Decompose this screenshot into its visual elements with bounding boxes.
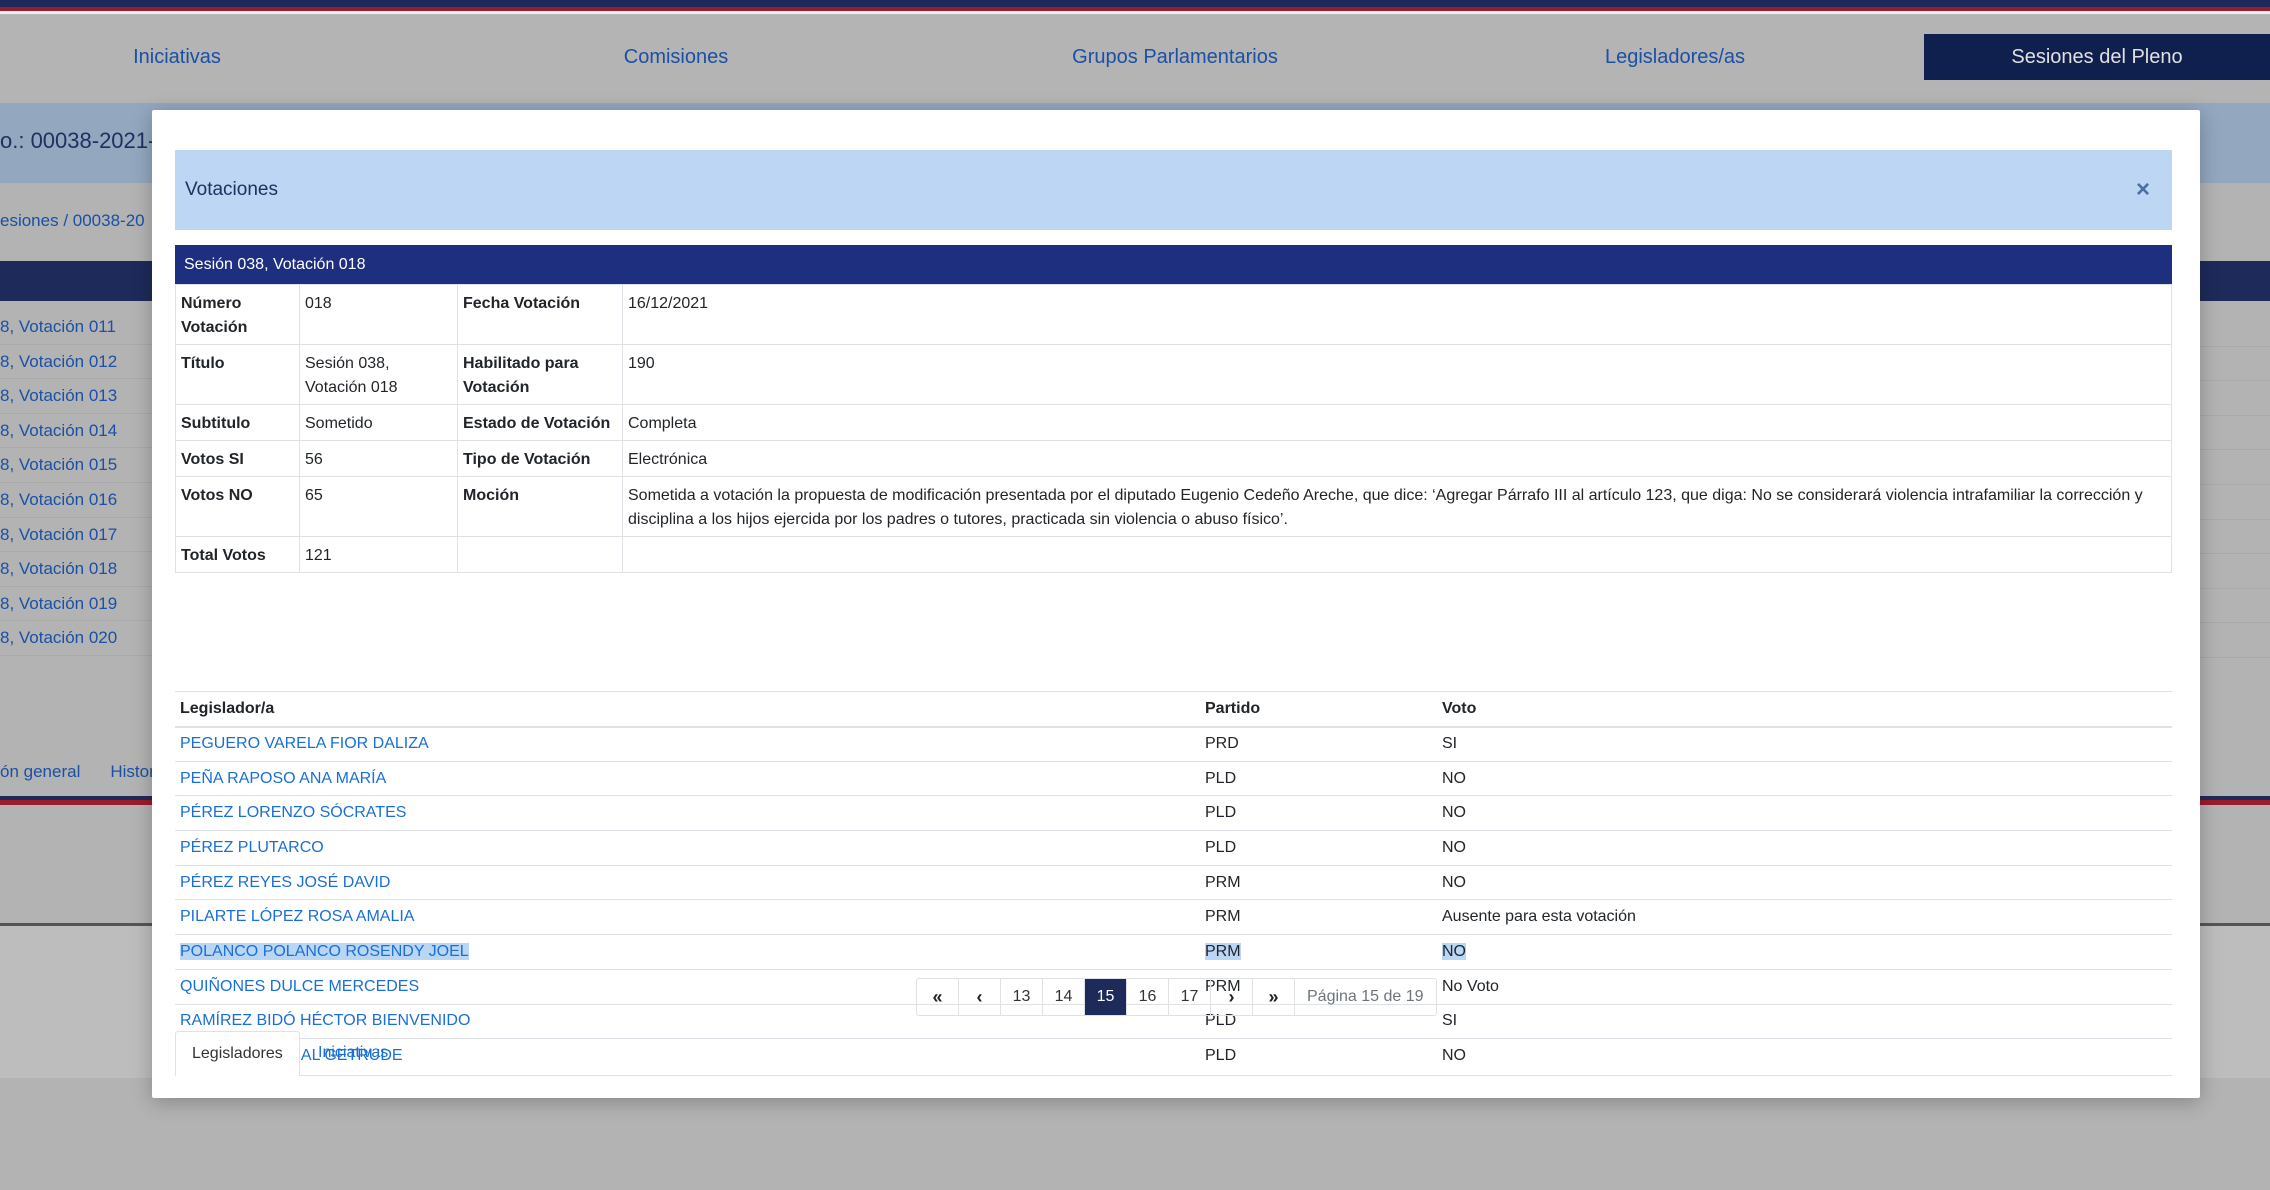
label-habilitado: Habilitado para Votación (457, 344, 623, 405)
column-header-partido[interactable]: Partido (1200, 691, 1437, 728)
value-numero-votacion: 018 (299, 284, 458, 345)
party-cell: PRM (1200, 865, 1437, 901)
value-mocion: Sometida a votación la propuesta de modi… (622, 476, 2172, 537)
nav-comisiones[interactable]: Comisiones (576, 14, 776, 100)
legisladores-votes-table: Legislador/a Partido Voto PEGUERO VARELA… (175, 691, 2172, 1073)
vote-cell: NO (1437, 865, 2172, 901)
table-row: PÉREZ PLUTARCO PLD NO (175, 830, 2172, 866)
table-row: PÉREZ LORENZO SÓCRATES PLD NO (175, 795, 2172, 832)
vote-cell: NO (1437, 761, 2172, 797)
page-button-16[interactable]: 16 (1127, 979, 1169, 1015)
vote-cell: NO (1442, 942, 1466, 960)
modal-title: Votaciones (185, 179, 278, 200)
label-votos-no: Votos NO (175, 476, 300, 537)
vote-cell: No Voto (1437, 969, 2172, 1005)
label-fecha-votacion: Fecha Votación (457, 284, 623, 345)
label-subtitulo: Subtitulo (175, 404, 300, 441)
column-header-legislador[interactable]: Legislador/a (175, 691, 1200, 728)
vote-cell: NO (1437, 795, 2172, 832)
legislator-link[interactable]: PÉREZ LORENZO SÓCRATES (180, 804, 406, 821)
label-votos-si: Votos SI (175, 440, 300, 477)
previous-page-icon[interactable]: ‹ (959, 979, 1001, 1015)
value-total-votos: 121 (299, 536, 458, 573)
nav-sesiones-del-pleno[interactable]: Sesiones del Pleno (1924, 34, 2270, 80)
column-header-voto[interactable]: Voto (1437, 691, 2172, 728)
legislator-link[interactable]: PÉREZ REYES JOSÉ DAVID (180, 874, 390, 891)
legislator-link[interactable]: PEÑA RAPOSO ANA MARÍA (180, 770, 386, 787)
value-votos-no: 65 (299, 476, 458, 537)
label-mocion: Moción (457, 476, 623, 537)
link-informacion-general[interactable]: ón general (0, 762, 80, 781)
section-title: Sesión 038, Votación 018 (175, 245, 2172, 284)
value-estado: Completa (622, 404, 2172, 441)
votaciones-modal: Votaciones × Sesión 038, Votación 018 Nú… (152, 110, 2200, 1098)
first-page-icon[interactable]: « (917, 979, 959, 1015)
value-subtitulo: Sometido (299, 404, 458, 441)
page-title: o.: 00038-2021-S (0, 128, 171, 153)
party-cell: PRM (1205, 942, 1241, 960)
party-cell: PLD (1200, 795, 1437, 832)
modal-header: Votaciones × (175, 150, 2172, 230)
breadcrumb[interactable]: esiones / 00038-20 (0, 211, 145, 231)
list-item[interactable]: 8, Votación 012 (0, 345, 153, 380)
vote-cell: SI (1437, 726, 2172, 762)
tab-legisladores[interactable]: Legisladores (175, 1031, 300, 1076)
close-icon[interactable]: × (2136, 150, 2150, 230)
list-item[interactable]: 8, Votación 019 (0, 587, 153, 622)
list-item[interactable]: 8, Votación 013 (0, 379, 153, 414)
table-row: PEGUERO VARELA FIOR DALIZA PRD SI (175, 726, 2172, 762)
legislator-link[interactable]: POLANCO POLANCO ROSENDY JOEL (180, 942, 469, 960)
legislator-link[interactable]: QUIÑONES DULCE MERCEDES (180, 978, 419, 995)
page-button-15-current[interactable]: 15 (1085, 979, 1127, 1015)
vote-cell: Ausente para esta votación (1437, 899, 2172, 936)
votaciones-list: 8, Votación 011 8, Votación 012 8, Votac… (0, 310, 153, 656)
tab-iniciativas[interactable]: Iniciativas (302, 1031, 404, 1076)
list-item[interactable]: 8, Votación 015 (0, 448, 153, 483)
last-page-icon[interactable]: » (1253, 979, 1295, 1015)
list-item[interactable]: 8, Votación 017 (0, 518, 153, 553)
label-numero-votacion: Número Votación (175, 284, 300, 345)
legislator-link[interactable]: PILARTE LÓPEZ ROSA AMALIA (180, 908, 414, 925)
list-item[interactable]: 8, Votación 011 (0, 310, 153, 345)
nav-grupos-parlamentarios[interactable]: Grupos Parlamentarios (1050, 14, 1300, 100)
page-button-13[interactable]: 13 (1001, 979, 1043, 1015)
value-titulo: Sesión 038, Votación 018 (299, 344, 458, 405)
party-cell: PLD (1200, 830, 1437, 866)
table-row: PEÑA RAPOSO ANA MARÍA PLD NO (175, 761, 2172, 797)
next-page-icon[interactable]: › (1211, 979, 1253, 1015)
list-item[interactable]: 8, Votación 018 (0, 552, 153, 587)
table-row: POLANCO POLANCO ROSENDY JOEL PRM NO (175, 934, 2172, 970)
value-habilitado: 190 (622, 344, 2172, 405)
party-cell: PRM (1200, 899, 1437, 936)
label-total-votos: Total Votos (175, 536, 300, 573)
legislator-link[interactable]: PEGUERO VARELA FIOR DALIZA (180, 735, 429, 752)
label-titulo: Título (175, 344, 300, 405)
pagination: « ‹ 13 14 15 16 17 › » Página 15 de 19 (916, 978, 1437, 1016)
vote-cell: NO (1437, 830, 2172, 866)
page-button-17[interactable]: 17 (1169, 979, 1211, 1015)
page-info: Página 15 de 19 (1307, 988, 1424, 1005)
party-cell: PLD (1200, 761, 1437, 797)
label-estado: Estado de Votación (457, 404, 623, 441)
nav-iniciativas[interactable]: Iniciativas (82, 14, 272, 100)
legislator-link[interactable]: PÉREZ PLUTARCO (180, 839, 324, 856)
table-row: PILARTE LÓPEZ ROSA AMALIA PRM Ausente pa… (175, 899, 2172, 936)
table-row: PÉREZ REYES JOSÉ DAVID PRM NO (175, 865, 2172, 901)
legislator-link[interactable]: RAMÍREZ BIDÓ HÉCTOR BIENVENIDO (180, 1012, 470, 1029)
value-votos-si: 56 (299, 440, 458, 477)
list-item[interactable]: 8, Votación 020 (0, 621, 153, 656)
label-tipo: Tipo de Votación (457, 440, 623, 477)
party-cell: PRD (1200, 726, 1437, 762)
page-button-14[interactable]: 14 (1043, 979, 1085, 1015)
vote-details-table: Número Votación 018 Fecha Votación 16/12… (175, 284, 2172, 573)
list-item[interactable]: 8, Votación 016 (0, 483, 153, 518)
value-tipo: Electrónica (622, 440, 2172, 477)
nav-legisladores[interactable]: Legisladores/as (1575, 14, 1775, 100)
modal-tabs: Legisladores Iniciativas (175, 1031, 2172, 1076)
list-item[interactable]: 8, Votación 014 (0, 414, 153, 449)
value-fecha-votacion: 16/12/2021 (622, 284, 2172, 345)
